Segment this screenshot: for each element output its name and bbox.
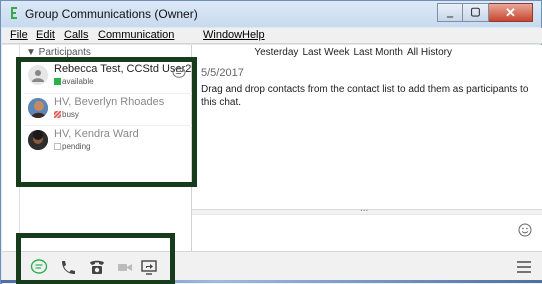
menu-window[interactable]: Window xyxy=(203,29,242,41)
history-last-week-link[interactable]: Last Week xyxy=(302,47,349,58)
history-links: Yesterday Last Week Last Month All Histo… xyxy=(254,47,452,58)
conversation-date: 5/5/2017 xyxy=(201,67,244,79)
menu-icon[interactable] xyxy=(516,260,532,274)
title-bar: Group Communications (Owner) ‗ ▢ ✕ xyxy=(1,1,541,27)
close-button[interactable]: ✕ xyxy=(489,3,533,22)
menu-help[interactable]: Help xyxy=(242,29,265,41)
group-communications-window: Group Communications (Owner) ‗ ▢ ✕ File … xyxy=(0,0,542,284)
menu-file[interactable]: File xyxy=(10,29,28,41)
menu-bar: File Edit Calls Communication Window Hel… xyxy=(2,28,542,44)
app-logo-icon xyxy=(11,7,17,19)
splitter-grip: ... xyxy=(360,203,369,214)
history-all-link[interactable]: All History xyxy=(407,47,452,58)
emoji-icon[interactable] xyxy=(518,223,532,237)
minimize-button[interactable]: ‗ xyxy=(437,3,463,22)
menu-edit[interactable]: Edit xyxy=(36,29,55,41)
participants-highlight-box xyxy=(16,57,197,187)
menu-calls[interactable]: Calls xyxy=(64,29,88,41)
minimize-icon: ‗ xyxy=(446,6,454,18)
message-input[interactable] xyxy=(192,215,542,251)
maximize-button[interactable]: ▢ xyxy=(463,3,489,22)
toolbar-highlight-box xyxy=(16,233,175,284)
menu-communication[interactable]: Communication xyxy=(98,29,174,41)
history-yesterday-link[interactable]: Yesterday xyxy=(254,47,298,58)
history-last-month-link[interactable]: Last Month xyxy=(354,47,403,58)
window-title: Group Communications (Owner) xyxy=(25,7,198,21)
maximize-icon: ▢ xyxy=(470,6,481,18)
window-controls: ‗ ▢ ✕ xyxy=(437,3,533,22)
conversation-info-text: Drag and drop contacts from the contact … xyxy=(201,84,529,108)
close-icon: ✕ xyxy=(505,5,516,20)
conversation-pane: Yesterday Last Week Last Month All Histo… xyxy=(192,45,542,209)
